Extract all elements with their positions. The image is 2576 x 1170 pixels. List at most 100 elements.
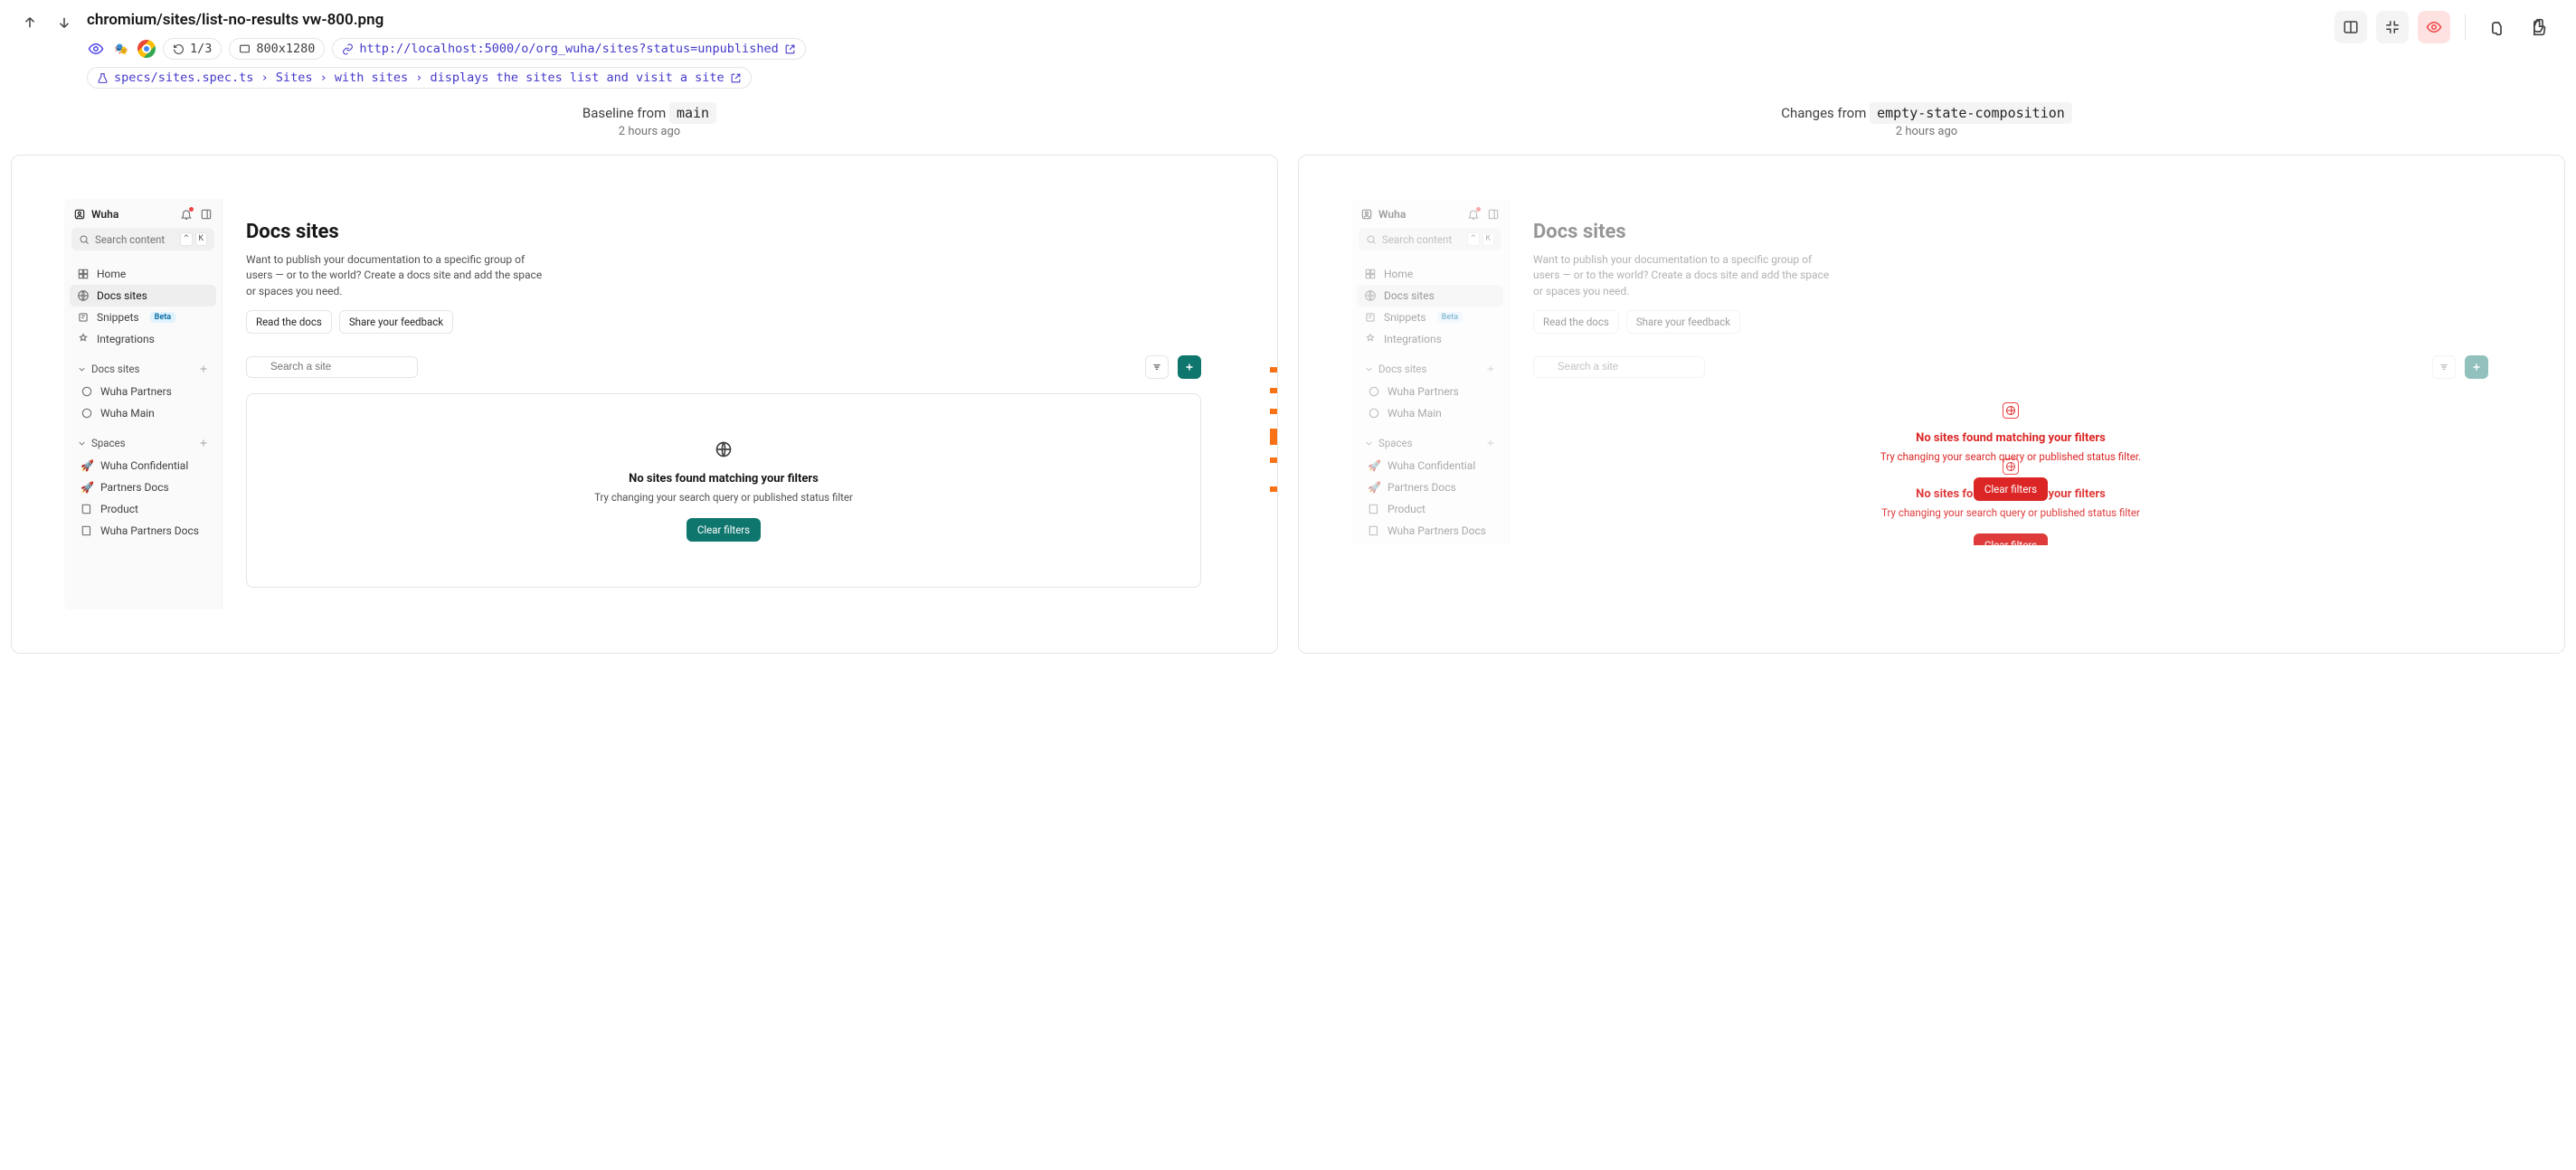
org-name: Wuha — [91, 208, 118, 221]
sidebar-site-item[interactable]: Wuha Partners — [73, 381, 216, 402]
sidebar-item-home[interactable]: Home — [1357, 263, 1503, 285]
sidebar-space-item[interactable]: 🚀Wuha Confidential — [1360, 455, 1503, 476]
clear-filters-button[interactable]: Clear filters — [1974, 477, 2048, 501]
clear-filters-button[interactable]: Clear filters — [687, 518, 761, 542]
sidebar-item-label: Wuha Confidential — [1387, 459, 1475, 472]
empty-state-diff: No sites found matching your filters Try… — [1533, 393, 2488, 510]
url-pill[interactable]: http://localhost:5000/o/org_wuha/sites?s… — [332, 38, 805, 60]
add-space-icon[interactable] — [198, 438, 209, 448]
rocket-icon: 🚀 — [1368, 481, 1380, 494]
attempt-pill[interactable]: 1/3 — [163, 38, 222, 60]
app-sidebar: Wuha Search content ^K Home Docs sites S… — [1351, 199, 1510, 545]
sidebar-item-label: Integrations — [1384, 333, 1442, 345]
panel-toggle-icon[interactable] — [1487, 208, 1500, 221]
sidebar-item-label: Docs sites — [97, 289, 147, 302]
org-switcher[interactable]: Wuha — [1360, 208, 1406, 221]
sidebar-space-item[interactable]: Product — [1360, 498, 1503, 520]
filter-button[interactable] — [1145, 355, 1169, 379]
viewport-value: 800x1280 — [256, 42, 315, 56]
spec-value: specs/sites.spec.ts › Sites › with sites… — [114, 71, 724, 85]
add-space-icon[interactable] — [1485, 438, 1496, 448]
sidebar-item-label: Wuha Partners — [1387, 385, 1459, 398]
rocket-icon: 🚀 — [80, 481, 93, 494]
sidebar-item-integrations[interactable]: Integrations — [70, 328, 216, 350]
section-title: Spaces — [1378, 437, 1413, 449]
org-switcher[interactable]: Wuha — [73, 208, 118, 221]
add-site-icon[interactable] — [1485, 363, 1496, 374]
search-site-input[interactable] — [246, 356, 418, 378]
sidebar-heading-sites[interactable]: Docs sites — [70, 357, 216, 381]
sidebar-item-label: Partners Docs — [1387, 481, 1456, 494]
read-docs-button[interactable]: Read the docs — [1533, 310, 1619, 334]
sidebar-search[interactable]: Search content ^K — [1359, 228, 1501, 250]
search-site-input[interactable] — [1533, 356, 1705, 378]
diff-marker-strip — [1270, 199, 1277, 609]
prev-arrow[interactable] — [22, 14, 38, 31]
sidebar-item-snippets[interactable]: Snippets Beta — [70, 307, 216, 328]
empty-state: No sites found matching your filters Try… — [246, 393, 1201, 588]
sidebar-space-item[interactable]: 🚀Wuha Confidential — [73, 455, 216, 476]
add-site-button[interactable] — [2465, 355, 2488, 379]
sidebar-item-label: Wuha Partners — [100, 385, 172, 398]
baseline-time: 2 hours ago — [22, 125, 1277, 138]
sidebar-space-item[interactable]: 🚀 Partners Docs — [1360, 476, 1503, 498]
share-feedback-button[interactable]: Share your feedback — [339, 310, 453, 334]
filter-button[interactable] — [2432, 355, 2456, 379]
viewport-pill[interactable]: 800x1280 — [229, 38, 325, 60]
sidebar-item-label: Integrations — [97, 333, 155, 345]
reject-button[interactable] — [2480, 11, 2513, 43]
add-site-button[interactable] — [1178, 355, 1201, 379]
sidebar-space-item[interactable]: Wuha Partners Docs — [73, 520, 216, 542]
changes-label: Changes from — [1781, 105, 1866, 121]
changes-time: 2 hours ago — [1299, 125, 2554, 138]
notifications-icon[interactable] — [1467, 208, 1480, 221]
sidebar-site-item[interactable]: Wuha Main — [73, 402, 216, 424]
sidebar-site-item[interactable]: Wuha Main — [1360, 402, 1503, 424]
diff-highlight-button[interactable] — [2418, 11, 2450, 43]
kbd-ctrl: ^ — [180, 232, 192, 246]
attempt-value: 1/3 — [190, 42, 212, 56]
page-description: Want to publish your documentation to a … — [1533, 252, 1841, 299]
visibility-icon — [87, 40, 105, 58]
collapse-button[interactable] — [2376, 11, 2409, 43]
sidebar-item-label: Snippets — [1384, 311, 1426, 324]
sidebar-item-label: Product — [1387, 503, 1425, 515]
baseline-pane: Wuha Search content ^K — [11, 155, 1278, 654]
clear-filters-button[interactable]: Clear filters — [1974, 533, 2048, 545]
sidebar-search[interactable]: Search content ^K — [71, 228, 214, 250]
notifications-icon[interactable] — [180, 208, 193, 221]
layout-split-button[interactable] — [2334, 11, 2367, 43]
panel-toggle-icon[interactable] — [200, 208, 213, 221]
sidebar-item-snippets[interactable]: SnippetsBeta — [1357, 307, 1503, 328]
sidebar-space-item[interactable]: Product — [73, 498, 216, 520]
sidebar-heading-spaces[interactable]: Spaces — [1357, 431, 1503, 455]
chevron-down-icon — [77, 364, 87, 374]
changes-pane: Wuha Search content ^K Home Docs sites S… — [1298, 155, 2565, 654]
search-icon — [1366, 234, 1377, 245]
toolbar-separator — [2465, 14, 2466, 40]
approve-button[interactable] — [2522, 11, 2554, 43]
sidebar-site-item[interactable]: Wuha Partners — [1360, 381, 1503, 402]
sidebar-item-docs-sites[interactable]: Docs sites — [1357, 285, 1503, 307]
sidebar-item-label: Home — [1384, 268, 1413, 280]
read-docs-button[interactable]: Read the docs — [246, 310, 332, 334]
beta-badge: Beta — [150, 312, 175, 323]
playwright-icon: 🎭 — [112, 40, 130, 58]
spec-pill[interactable]: specs/sites.spec.ts › Sites › with sites… — [87, 67, 752, 89]
sidebar-search-placeholder: Search content — [95, 233, 165, 246]
share-feedback-button[interactable]: Share your feedback — [1626, 310, 1740, 334]
empty-state-title: No sites found matching your filters — [265, 472, 1182, 486]
sidebar-item-integrations[interactable]: Integrations — [1357, 328, 1503, 350]
add-site-icon[interactable] — [198, 363, 209, 374]
sidebar-item-home[interactable]: Home — [70, 263, 216, 285]
sidebar-heading-sites[interactable]: Docs sites — [1357, 357, 1503, 381]
sidebar-item-docs-sites[interactable]: Docs sites — [70, 285, 216, 307]
sidebar-heading-spaces[interactable]: Spaces — [70, 431, 216, 455]
sidebar-item-label: Product — [100, 503, 138, 515]
next-arrow[interactable] — [56, 14, 72, 31]
section-title: Docs sites — [91, 363, 139, 375]
sidebar-space-item[interactable]: Wuha Partners Docs — [1360, 520, 1503, 542]
app-content: Docs sites Want to publish your document… — [1510, 199, 2512, 545]
page-title: Docs sites — [1533, 221, 2488, 243]
sidebar-space-item[interactable]: 🚀Partners Docs — [73, 476, 216, 498]
